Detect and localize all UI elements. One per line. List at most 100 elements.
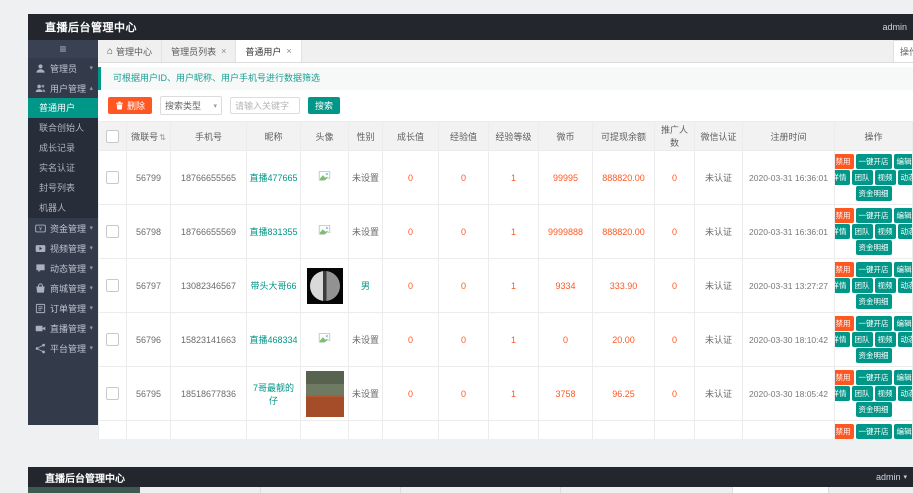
sidebar-item-funds[interactable]: ¥ 资金管理 ▾ bbox=[28, 218, 98, 238]
row-action-button[interactable]: 动态 bbox=[897, 170, 912, 185]
row-action-button[interactable]: 视频 bbox=[874, 224, 896, 239]
cell-exp: 0 bbox=[438, 312, 489, 367]
row-action-button[interactable]: 动态 bbox=[897, 332, 912, 347]
sidebar-collapse-button[interactable]: ≡ bbox=[28, 40, 98, 58]
sidebar-item-orders[interactable]: 订单管理 ▾ bbox=[28, 298, 98, 318]
row-action-button[interactable]: 动态 bbox=[897, 224, 912, 239]
sidebar-item-growth-log[interactable]: 成长记录 bbox=[28, 138, 98, 158]
shop-icon bbox=[34, 282, 46, 294]
row-action-button[interactable]: 详情 bbox=[835, 278, 850, 293]
row-action-button[interactable]: 团队 bbox=[851, 332, 873, 347]
row-action-button[interactable]: 一键开店 bbox=[855, 316, 892, 331]
row-action-button[interactable]: 资金明细 bbox=[855, 402, 892, 417]
sidebar-item-mall[interactable]: 商城管理 ▾ bbox=[28, 278, 98, 298]
tab-normal-users[interactable]: 普通用户 × bbox=[236, 40, 302, 62]
row-action-button[interactable]: 资金明细 bbox=[855, 348, 892, 363]
sidebar-item-admin[interactable]: 管理员 ▾ bbox=[28, 58, 98, 78]
row-action-button[interactable]: 编辑 bbox=[893, 424, 912, 439]
column-header: 性别 bbox=[348, 121, 383, 151]
sidebar-item-normal-users[interactable]: 普通用户 bbox=[28, 98, 98, 118]
select-all-checkbox[interactable] bbox=[106, 129, 119, 143]
sidebar-collapse-button[interactable] bbox=[28, 487, 140, 493]
row-checkbox[interactable] bbox=[106, 279, 119, 292]
row-action-button[interactable]: 团队 bbox=[851, 278, 873, 293]
row-checkbox[interactable] bbox=[106, 171, 119, 184]
row-action-button[interactable]: 编辑 bbox=[893, 262, 912, 277]
row-action-button[interactable]: 详情 bbox=[835, 332, 850, 347]
row-action-button[interactable]: 编辑 bbox=[893, 154, 912, 169]
nickname-link[interactable]: 直播477665 bbox=[246, 150, 301, 205]
sidebar-item-realname[interactable]: 实名认证 bbox=[28, 158, 98, 178]
row-action-button[interactable]: 视频 bbox=[874, 278, 896, 293]
row-action-button[interactable]: 团队 bbox=[851, 170, 873, 185]
row-action-button[interactable]: 团队 bbox=[851, 386, 873, 401]
row-checkbox[interactable] bbox=[106, 225, 119, 238]
row-action-button[interactable]: 一键开店 bbox=[855, 370, 892, 385]
sort-icon[interactable]: ⇅ bbox=[159, 133, 166, 142]
row-action-button[interactable]: 禁用 bbox=[835, 424, 854, 439]
row-action-button[interactable]: 一键开店 bbox=[855, 262, 892, 277]
sidebar-item-user-mgmt[interactable]: 用户管理 ▴ bbox=[28, 78, 98, 98]
admin-user-menu[interactable]: admin ▾ bbox=[876, 472, 907, 482]
nickname-link[interactable]: 直播831355 bbox=[246, 204, 301, 259]
sidebar-item-platform[interactable]: 平台管理 ▾ bbox=[28, 338, 98, 358]
row-action-button[interactable]: 视频 bbox=[874, 170, 896, 185]
keyword-input[interactable] bbox=[230, 97, 301, 114]
tab-admin-list[interactable]: 管理员列表 × bbox=[162, 40, 237, 62]
admin-user-menu[interactable]: admin bbox=[882, 22, 907, 32]
tab-operations-button[interactable]: 操作 bbox=[892, 40, 913, 62]
row-action-button[interactable]: 禁用 bbox=[835, 316, 854, 331]
row-action-button[interactable]: 一键开店 bbox=[855, 154, 892, 169]
row-action-button[interactable]: 禁用 bbox=[835, 262, 854, 277]
sidebar-item-live[interactable]: 直播管理 ▾ bbox=[28, 318, 98, 338]
nickname-link[interactable]: 7哥最靓的仔 bbox=[246, 366, 301, 421]
row-checkbox[interactable] bbox=[106, 333, 119, 346]
row-action-button[interactable]: 团队 bbox=[851, 224, 873, 239]
row-action-button[interactable]: 动态 bbox=[897, 278, 912, 293]
cell-phone: 18766655565 bbox=[170, 150, 247, 205]
row-action-button[interactable]: 资金明细 bbox=[855, 294, 892, 309]
row-action-button[interactable]: 一键开店 bbox=[855, 208, 892, 223]
row-select-cell bbox=[98, 366, 127, 421]
row-action-button[interactable]: 视频 bbox=[874, 386, 896, 401]
tab-dashboard[interactable]: ⌂ 管理中心 bbox=[98, 40, 163, 62]
row-action-button[interactable]: 资金明细 bbox=[855, 186, 892, 201]
close-icon[interactable]: × bbox=[221, 46, 226, 56]
row-actions: 禁用一键开店编辑详情团队视频动态资金明细 bbox=[834, 258, 913, 313]
sidebar-item-cofounders[interactable]: 联合创始人 bbox=[28, 118, 98, 138]
sidebar-submenu: 普通用户 联合创始人 成长记录 实名认证 封号列表 机器人 bbox=[28, 98, 98, 218]
row-action-button[interactable]: 资金明细 bbox=[855, 240, 892, 255]
sidebar-item-robots[interactable]: 机器人 bbox=[28, 198, 98, 218]
row-action-button[interactable]: 禁用 bbox=[835, 208, 854, 223]
row-action-button[interactable]: 编辑 bbox=[893, 208, 912, 223]
search-button[interactable]: 搜索 bbox=[308, 97, 341, 114]
cell-avatar bbox=[300, 258, 349, 313]
nickname-link[interactable]: 直播468334 bbox=[246, 312, 301, 367]
sidebar-item-moments[interactable]: 动态管理 ▾ bbox=[28, 258, 98, 278]
row-action-button[interactable]: 详情 bbox=[835, 170, 850, 185]
tab-normal-users[interactable] bbox=[732, 487, 829, 493]
row-action-button[interactable]: 禁用 bbox=[835, 370, 854, 385]
row-action-button[interactable]: 编辑 bbox=[893, 370, 912, 385]
column-header[interactable]: 微联号⇅ bbox=[126, 121, 171, 151]
row-action-button[interactable]: 编辑 bbox=[893, 316, 912, 331]
chevron-down-icon: ▾ bbox=[213, 102, 218, 110]
row-checkbox[interactable] bbox=[106, 387, 119, 400]
row-action-button[interactable]: 动态 bbox=[897, 386, 912, 401]
sidebar-item-ban-list[interactable]: 封号列表 bbox=[28, 178, 98, 198]
delete-button[interactable]: 删除 bbox=[108, 97, 153, 114]
search-type-select[interactable]: 搜索类型 ▾ bbox=[160, 96, 223, 115]
close-icon[interactable]: × bbox=[286, 46, 291, 56]
row-action-button[interactable]: 详情 bbox=[835, 224, 850, 239]
row-action-button[interactable]: 一键开店 bbox=[855, 424, 892, 439]
chevron-up-icon: ▴ bbox=[89, 85, 93, 92]
row-action-button[interactable]: 禁用 bbox=[835, 154, 854, 169]
cell-exp-level: 1 bbox=[488, 204, 539, 259]
row-action-button[interactable]: 详情 bbox=[835, 386, 850, 401]
nickname-link[interactable]: 带头大哥66 bbox=[246, 258, 301, 313]
sidebar-item-videos[interactable]: 视频管理 ▾ bbox=[28, 238, 98, 258]
nickname-link[interactable]: 黑白 bbox=[246, 420, 301, 439]
cell-gender: 未设置 bbox=[348, 204, 383, 259]
table-row: 56794 18987483180 黑白 未设置 0 0 1 0 20.00 0… bbox=[98, 420, 913, 439]
row-action-button[interactable]: 视频 bbox=[874, 332, 896, 347]
